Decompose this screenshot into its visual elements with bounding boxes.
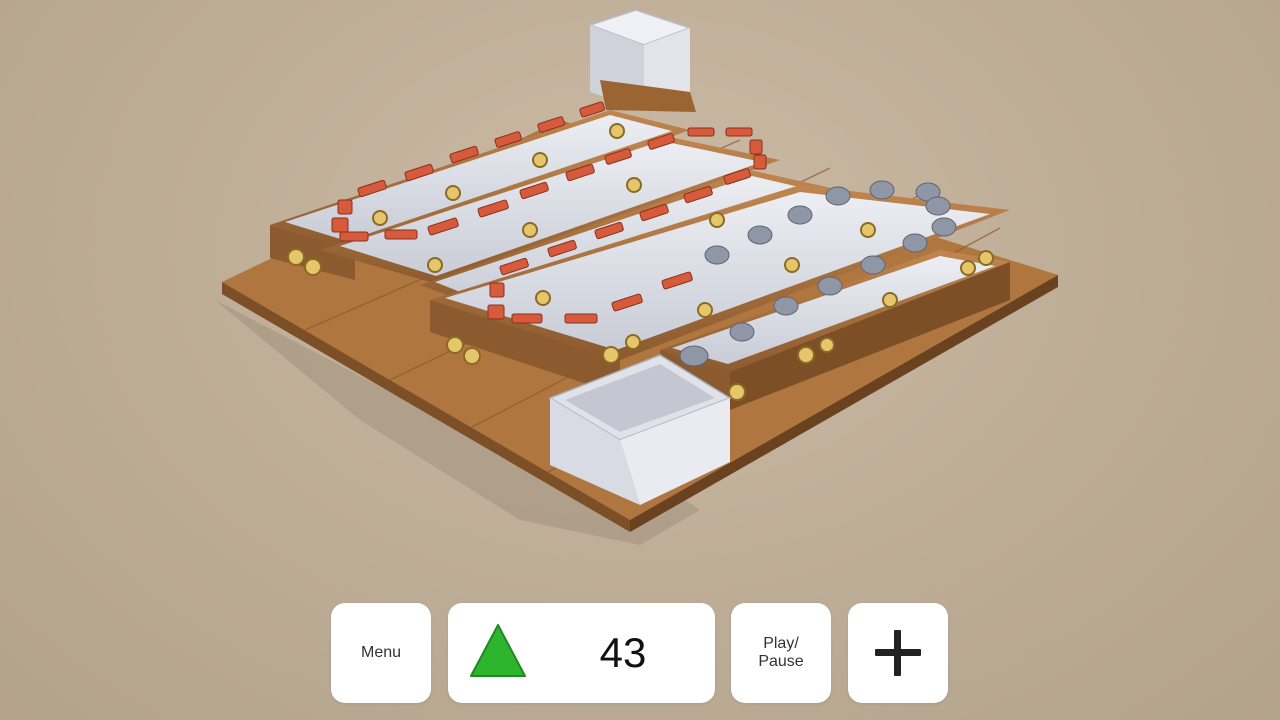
play-pause-button[interactable]: Play/ Pause xyxy=(731,603,831,703)
green-triangle-icon xyxy=(470,624,526,677)
input-box xyxy=(587,9,696,112)
add-button[interactable] xyxy=(848,603,948,703)
plus-icon xyxy=(875,630,921,676)
menu-button[interactable]: Menu xyxy=(331,603,431,703)
resource-counter: 43 xyxy=(448,603,715,703)
menu-label: Menu xyxy=(360,644,402,661)
factory-scene xyxy=(215,9,1058,545)
counter-value: 43 xyxy=(599,629,647,676)
play-pause-label: Play/ Pause xyxy=(758,635,804,670)
